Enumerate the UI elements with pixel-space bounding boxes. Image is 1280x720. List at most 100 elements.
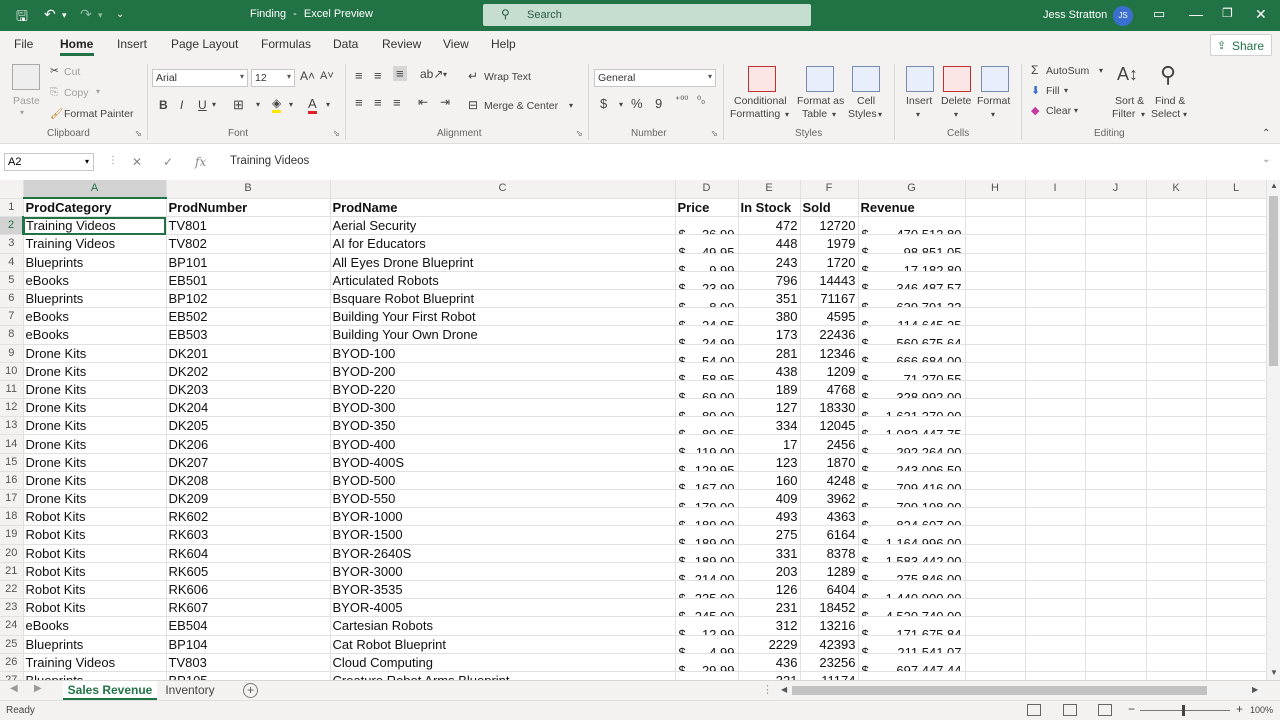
- cell[interactable]: [1085, 507, 1147, 527]
- cell[interactable]: DK207: [166, 453, 331, 472]
- row-header[interactable]: 11: [0, 380, 24, 400]
- cell[interactable]: 127: [738, 398, 801, 418]
- enter-icon[interactable]: ✓: [163, 155, 173, 169]
- cell[interactable]: $245.00: [675, 598, 739, 618]
- tab-home[interactable]: Home: [60, 37, 93, 51]
- cell[interactable]: [1085, 598, 1147, 618]
- cell[interactable]: $189.00: [675, 544, 739, 563]
- find-select-icon[interactable]: ⚲: [1160, 62, 1176, 88]
- cell[interactable]: 123: [738, 453, 801, 472]
- cell[interactable]: [1085, 362, 1147, 381]
- cell[interactable]: BYOR-3000: [330, 562, 676, 581]
- cell[interactable]: $23.99: [675, 271, 739, 290]
- cell[interactable]: 796: [738, 271, 801, 290]
- cell[interactable]: $12.99: [675, 616, 739, 636]
- cell[interactable]: $328,992.00: [858, 380, 966, 400]
- collapse-ribbon-icon[interactable]: ⌃: [1262, 128, 1270, 139]
- cell[interactable]: Price: [675, 198, 739, 218]
- cell[interactable]: 126: [738, 580, 801, 600]
- autosum-button[interactable]: AutoSum: [1046, 65, 1089, 77]
- cell[interactable]: [1025, 562, 1086, 581]
- comma-style-button[interactable]: 9: [655, 96, 662, 111]
- cell[interactable]: [1025, 471, 1086, 491]
- chevron-down-icon[interactable]: ▾: [1064, 86, 1068, 95]
- cell[interactable]: [1025, 344, 1086, 363]
- cell[interactable]: [965, 380, 1026, 400]
- cell[interactable]: In Stock: [738, 198, 801, 218]
- cell[interactable]: Training Videos: [23, 234, 167, 254]
- cell[interactable]: Revenue: [858, 198, 966, 218]
- cell[interactable]: [1085, 580, 1147, 600]
- cell[interactable]: [1025, 616, 1086, 636]
- wrap-text-icon[interactable]: ↵: [468, 69, 478, 83]
- cell[interactable]: 6164: [800, 525, 859, 545]
- format-painter-button[interactable]: Format Painter: [64, 108, 133, 120]
- row-header[interactable]: 6: [0, 289, 24, 309]
- cell[interactable]: [1025, 398, 1086, 418]
- chevron-down-icon[interactable]: ▾: [1183, 110, 1187, 119]
- column-header-l[interactable]: L: [1206, 180, 1267, 199]
- cell[interactable]: Cloud Computing: [330, 653, 676, 672]
- cell[interactable]: 334: [738, 416, 801, 436]
- paste-button[interactable]: Paste: [13, 95, 40, 107]
- column-header-b[interactable]: B: [166, 180, 331, 199]
- tab-help[interactable]: Help: [491, 37, 516, 51]
- cell[interactable]: [1146, 234, 1207, 254]
- row-header[interactable]: 9: [0, 344, 24, 363]
- horizontal-scrollbar[interactable]: ◀ ▶: [778, 684, 1262, 698]
- cell[interactable]: $119.00: [675, 434, 739, 454]
- cell[interactable]: [1025, 253, 1086, 272]
- cell[interactable]: BYOR-1000: [330, 507, 676, 527]
- fill-color-dropdown-icon[interactable]: ▾: [289, 100, 293, 109]
- cell[interactable]: [1206, 653, 1267, 672]
- column-header-i[interactable]: I: [1025, 180, 1086, 199]
- cell[interactable]: BP105: [166, 671, 331, 680]
- cell[interactable]: [1206, 616, 1267, 636]
- cell[interactable]: [965, 471, 1026, 491]
- cell[interactable]: 23256: [800, 653, 859, 672]
- cell[interactable]: 13216: [800, 616, 859, 636]
- cell[interactable]: [1025, 307, 1086, 327]
- cell[interactable]: $1,164,996.00: [858, 525, 966, 545]
- cell[interactable]: Drone Kits: [23, 489, 167, 509]
- cell[interactable]: 173: [738, 325, 801, 345]
- cell[interactable]: $211,541.07: [858, 635, 966, 654]
- cell[interactable]: 14443: [800, 271, 859, 290]
- cell[interactable]: $824,607.00: [858, 507, 966, 527]
- cell[interactable]: DK209: [166, 489, 331, 509]
- cell[interactable]: $243,006.50: [858, 453, 966, 472]
- align-left-icon[interactable]: ≡: [355, 95, 363, 110]
- cell[interactable]: [1206, 234, 1267, 254]
- cell[interactable]: [1206, 307, 1267, 327]
- normal-view-icon[interactable]: [1027, 704, 1041, 716]
- cell[interactable]: [1206, 362, 1267, 381]
- cell[interactable]: 231: [738, 598, 801, 618]
- borders-dropdown-icon[interactable]: ▾: [256, 100, 260, 109]
- clipboard-launcher-icon[interactable]: ⬂: [135, 129, 142, 138]
- cell[interactable]: $709,198.00: [858, 489, 966, 509]
- align-right-icon[interactable]: ≡: [393, 95, 401, 110]
- chevron-down-icon[interactable]: ▾: [991, 110, 995, 119]
- cell[interactable]: [1206, 380, 1267, 400]
- cell[interactable]: 1870: [800, 453, 859, 472]
- format-cells-button[interactable]: Format: [977, 95, 1010, 107]
- cell[interactable]: [1085, 398, 1147, 418]
- cell[interactable]: [1206, 671, 1267, 680]
- decrease-decimal-icon[interactable]: ⁰₀: [697, 95, 705, 106]
- cell[interactable]: [1206, 434, 1267, 454]
- cell[interactable]: RK602: [166, 507, 331, 527]
- cell[interactable]: [1085, 307, 1147, 327]
- add-sheet-button[interactable]: +: [243, 683, 258, 698]
- cell[interactable]: RK605: [166, 562, 331, 581]
- cell[interactable]: $697,447.44: [858, 653, 966, 672]
- insert-cells-button[interactable]: Insert: [906, 95, 932, 107]
- cell[interactable]: [1146, 598, 1207, 618]
- cell[interactable]: $275,846.00: [858, 562, 966, 581]
- underline-dropdown-icon[interactable]: ▾: [212, 100, 216, 109]
- sheet-tab-sales-revenue[interactable]: Sales Revenue: [63, 681, 157, 700]
- cell[interactable]: $98,851.05: [858, 234, 966, 254]
- cell[interactable]: [965, 616, 1026, 636]
- zoom-slider[interactable]: [1140, 710, 1230, 711]
- cell[interactable]: 438: [738, 362, 801, 381]
- chevron-down-icon[interactable]: ▾: [954, 110, 958, 119]
